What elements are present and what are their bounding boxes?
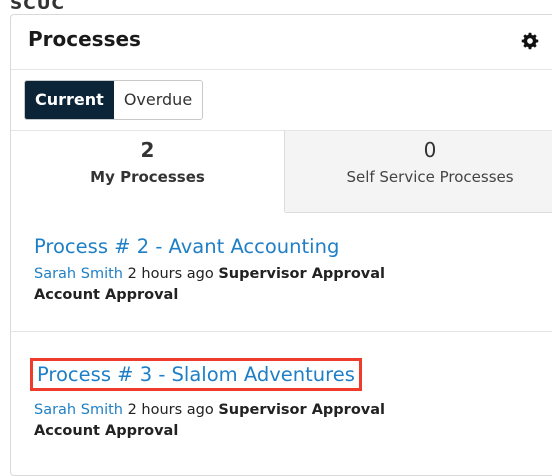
timestamp: 2 hours ago <box>127 266 214 282</box>
tab-count: 0 <box>423 138 437 162</box>
tab-self-service-processes[interactable]: 0 Self Service Processes <box>285 131 552 213</box>
process-meta: Sarah Smith 2 hours ago Supervisor Appro… <box>34 400 474 442</box>
processes-dashlet: Processes Current Overdue 2 My Processes… <box>10 14 552 476</box>
process-meta: Sarah Smith 2 hours ago Supervisor Appro… <box>34 264 474 306</box>
user-link[interactable]: Sarah Smith <box>34 266 123 282</box>
tab-my-processes[interactable]: 2 My Processes <box>11 131 285 212</box>
list-item: Process # 2 - Avant Accounting Sarah Smi… <box>11 211 552 332</box>
user-link[interactable]: Sarah Smith <box>34 402 123 418</box>
process-link[interactable]: Process # 2 - Avant Accounting <box>34 235 339 258</box>
filter-toggle: Current Overdue <box>24 80 204 120</box>
overdue-button[interactable]: Overdue <box>113 81 203 119</box>
gear-icon[interactable] <box>521 32 539 50</box>
process-link-highlighted[interactable]: Process # 3 - Slalom Adventures <box>30 358 362 391</box>
tab-label: My Processes <box>90 168 205 186</box>
activity-name: Supervisor Approval <box>218 266 386 282</box>
clipped-header-text: SCUC <box>10 0 65 14</box>
process-definition: Account Approval <box>34 423 179 439</box>
dashlet-header: Processes <box>11 15 552 70</box>
dashlet-title: Processes <box>28 27 141 51</box>
process-tabs: 2 My Processes 0 Self Service Processes <box>11 130 552 213</box>
current-button[interactable]: Current <box>25 81 114 119</box>
process-definition: Account Approval <box>34 287 179 303</box>
activity-name: Supervisor Approval <box>218 402 386 418</box>
tab-label: Self Service Processes <box>346 168 514 186</box>
list-item: Process # 3 - Slalom Adventures Sarah Sm… <box>11 332 552 472</box>
timestamp: 2 hours ago <box>127 402 214 418</box>
tab-count: 2 <box>140 138 155 162</box>
